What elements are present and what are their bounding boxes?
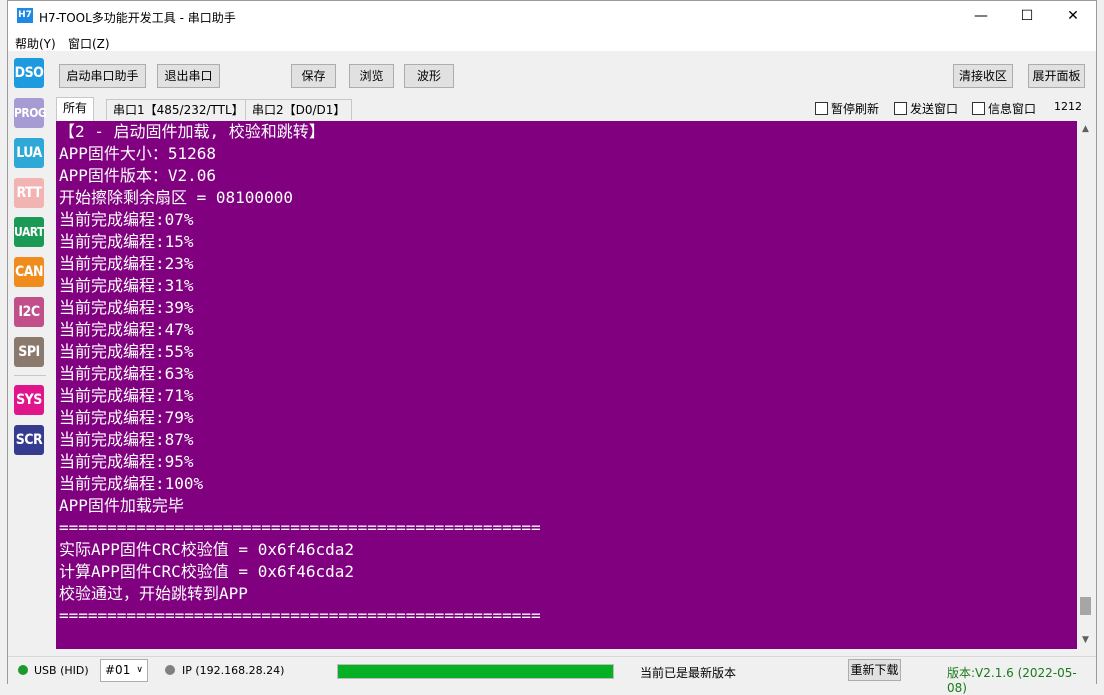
console-line: 当前完成编程:95% bbox=[59, 452, 194, 471]
chevron-down-icon: ∨ bbox=[136, 665, 143, 675]
console-line: 当前完成编程:63% bbox=[59, 364, 194, 383]
status-bar: USB (HID) #01 ∨ IP (192.168.28.24) 当前已是最… bbox=[8, 656, 1096, 695]
browse-button[interactable]: 浏览 bbox=[349, 64, 394, 88]
console-line: 【2 - 启动固件加载, 校验和跳转】 bbox=[59, 122, 325, 141]
console-line: 当前完成编程:23% bbox=[59, 254, 194, 273]
clear-receive-button[interactable]: 清接收区 bbox=[953, 64, 1013, 88]
info-window-checkbox[interactable]: 信息窗口 bbox=[972, 100, 1036, 117]
progress-fill bbox=[338, 665, 613, 678]
console-line: 当前完成编程:47% bbox=[59, 320, 194, 339]
console-line: 当前完成编程:15% bbox=[59, 232, 194, 251]
console-line: 当前完成编程:31% bbox=[59, 276, 194, 295]
tab-serial-1[interactable]: 串口1【485/232/TTL】 bbox=[106, 99, 251, 120]
console-line: 当前完成编程:79% bbox=[59, 408, 194, 427]
usb-status: USB (HID) bbox=[34, 664, 89, 677]
sidebar-sys-button[interactable]: SYS bbox=[14, 385, 44, 415]
minimize-button[interactable]: — bbox=[958, 1, 1004, 32]
device-select-value: #01 bbox=[105, 663, 131, 677]
console-line: 当前完成编程:07% bbox=[59, 210, 194, 229]
redownload-button[interactable]: 重新下载 bbox=[848, 659, 901, 681]
console-line: ========================================… bbox=[59, 606, 541, 625]
console-line: APP固件加载完毕 bbox=[59, 496, 184, 515]
sidebar-lua-button[interactable]: LUA bbox=[14, 138, 44, 168]
console-line: 当前完成编程:71% bbox=[59, 386, 194, 405]
window-title: H7-TOOL多功能开发工具 - 串口助手 bbox=[39, 11, 236, 25]
info-window-label: 信息窗口 bbox=[988, 102, 1037, 116]
ip-status: IP (192.168.28.24) bbox=[182, 664, 285, 677]
usb-status-icon bbox=[18, 665, 28, 675]
console-scrollbar[interactable]: ▲ ▼ bbox=[1077, 121, 1094, 649]
scroll-down-icon[interactable]: ▼ bbox=[1077, 632, 1094, 649]
console-line: 当前完成编程:87% bbox=[59, 430, 194, 449]
menu-bar: 帮助(Y) 窗口(Z) bbox=[8, 32, 1096, 51]
sidebar-scr-button[interactable]: SCR bbox=[14, 425, 44, 455]
console-line: 实际APP固件CRC校验值 = 0x6f46cda2 bbox=[59, 540, 355, 559]
start-serial-button[interactable]: 启动串口助手 bbox=[59, 64, 146, 88]
version-label: 版本:V2.1.6 (2022-05-08) bbox=[947, 666, 1077, 695]
scroll-up-icon[interactable]: ▲ bbox=[1077, 121, 1094, 138]
title-bar: H7 H7-TOOL多功能开发工具 - 串口助手 — ☐ ✕ bbox=[8, 1, 1096, 32]
tab-all[interactable]: 所有 bbox=[56, 97, 95, 121]
send-window-label: 发送窗口 bbox=[910, 102, 959, 116]
pause-refresh-checkbox[interactable]: 暂停刷新 bbox=[815, 100, 879, 117]
save-button[interactable]: 保存 bbox=[291, 64, 336, 88]
menu-window[interactable]: 窗口(Z) bbox=[68, 35, 110, 52]
waveform-button[interactable]: 波形 bbox=[404, 64, 454, 88]
sidebar-can-button[interactable]: CAN bbox=[14, 257, 44, 287]
console-line: APP固件大小：51268 bbox=[59, 144, 217, 163]
menu-help[interactable]: 帮助(Y) bbox=[15, 35, 56, 52]
console-line: 校验通过，开始跳转到APP bbox=[59, 584, 248, 603]
maximize-button[interactable]: ☐ bbox=[1004, 1, 1050, 32]
sidebar-rtt-button[interactable]: RTT bbox=[14, 178, 44, 208]
console-line: 计算APP固件CRC校验值 = 0x6f46cda2 bbox=[59, 562, 355, 581]
close-button[interactable]: ✕ bbox=[1050, 1, 1096, 32]
sidebar-i2c-button[interactable]: I2C bbox=[14, 297, 44, 327]
sidebar-dso-button[interactable]: DSO bbox=[14, 58, 44, 88]
console-line: ========================================… bbox=[59, 518, 541, 537]
console-line: 当前完成编程:39% bbox=[59, 298, 194, 317]
console-line: 开始擦除剩余扇区 = 08100000 bbox=[59, 188, 293, 207]
pause-refresh-label: 暂停刷新 bbox=[831, 102, 880, 116]
ip-status-icon bbox=[165, 665, 175, 675]
exit-serial-button[interactable]: 退出串口 bbox=[157, 64, 220, 88]
receive-console[interactable]: 【2 - 启动固件加载, 校验和跳转】 APP固件大小：51268 APP固件版… bbox=[56, 121, 1077, 649]
checkbox-box bbox=[815, 102, 828, 115]
sidebar-spi-button[interactable]: SPI bbox=[14, 337, 44, 367]
tab-serial-2[interactable]: 串口2【D0/D1】 bbox=[245, 99, 353, 120]
byte-count: 1212 bbox=[1054, 100, 1082, 113]
console-line: 当前完成编程:55% bbox=[59, 342, 194, 361]
expand-panel-button[interactable]: 展开面板 bbox=[1028, 64, 1085, 88]
console-line: APP固件版本：V2.06 bbox=[59, 166, 217, 185]
download-progress bbox=[337, 664, 614, 679]
scroll-thumb[interactable] bbox=[1080, 597, 1091, 615]
sidebar-divider bbox=[14, 375, 46, 376]
sidebar-prog-button[interactable]: PROG bbox=[14, 98, 47, 128]
status-message: 当前已是最新版本 bbox=[640, 666, 737, 680]
checkbox-box bbox=[972, 102, 985, 115]
app-window: H7 H7-TOOL多功能开发工具 - 串口助手 — ☐ ✕ 帮助(Y) 窗口(… bbox=[7, 0, 1097, 695]
console-line: 当前完成编程:100% bbox=[59, 474, 204, 493]
checkbox-box bbox=[894, 102, 907, 115]
send-window-checkbox[interactable]: 发送窗口 bbox=[894, 100, 958, 117]
device-select[interactable]: #01 ∨ bbox=[100, 659, 148, 682]
sidebar-uart-button[interactable]: UART bbox=[14, 217, 44, 247]
app-icon: H7 bbox=[17, 8, 33, 23]
